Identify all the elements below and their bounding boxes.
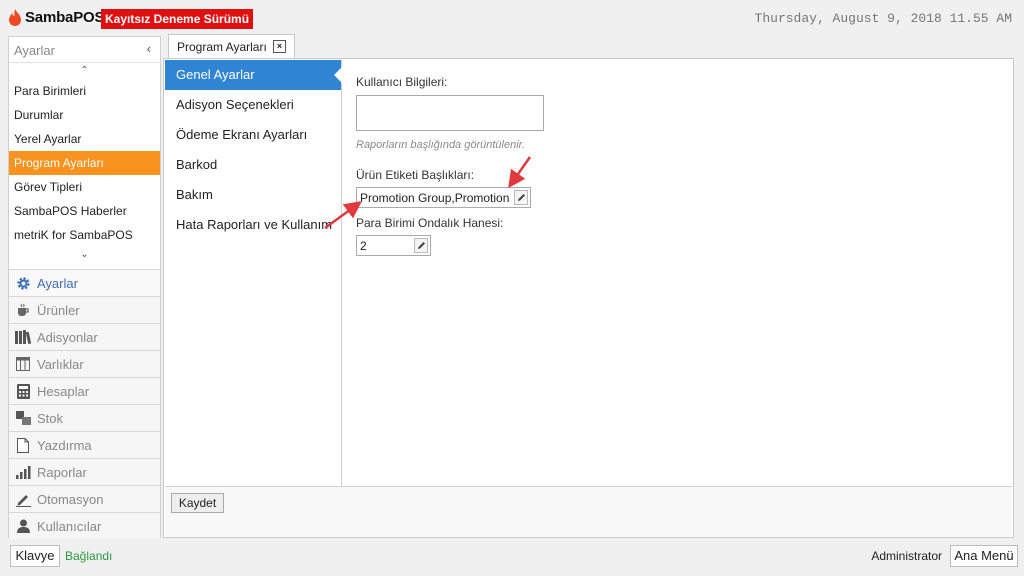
- close-tab-icon[interactable]: ×: [273, 40, 286, 53]
- cup-icon: [15, 302, 31, 318]
- category-ticket-options[interactable]: Adisyon Seçenekleri: [165, 90, 341, 120]
- sidebar-header: Ayarlar ‹: [9, 37, 160, 63]
- footer-bar: Klavye Bağlandı Administrator Ana Menü: [0, 540, 1024, 576]
- table-icon: [15, 356, 31, 372]
- bar-chart-icon: [15, 464, 31, 480]
- scroll-down-icon[interactable]: ⌄: [9, 247, 160, 263]
- nav-label: Otomasyon: [37, 491, 104, 507]
- settings-item-states[interactable]: Durumlar: [9, 103, 160, 127]
- user-info-label: Kullanıcı Bilgileri:: [356, 75, 448, 89]
- product-tag-value: Promotion Group,Promotion: [360, 190, 510, 205]
- document-icon: [15, 437, 31, 453]
- nav-reports[interactable]: Raporlar: [9, 458, 160, 485]
- category-error-reports[interactable]: Hata Raporları ve Kullanım: [165, 210, 341, 240]
- nav-label: Stok: [37, 410, 64, 426]
- user-info-hint: Raporların başlığında görüntülenir.: [356, 139, 525, 151]
- main-panel: Genel Ayarlar Adisyon Seçenekleri Ödeme …: [163, 58, 1014, 538]
- current-user: Administrator: [871, 549, 942, 563]
- gear-icon: [15, 275, 31, 291]
- clock: Thursday, August 9, 2018 11.55 AM: [754, 11, 1012, 26]
- settings-item-sambapos-news[interactable]: SambaPOS Haberler: [9, 199, 160, 223]
- currency-decimal-value: 2: [360, 238, 367, 253]
- user-info-field[interactable]: [356, 95, 544, 131]
- main-menu-button[interactable]: Ana Menü: [950, 545, 1018, 567]
- settings-item-local-settings[interactable]: Yerel Ayarlar: [9, 127, 160, 151]
- settings-item-program-settings[interactable]: Program Ayarları: [9, 151, 160, 175]
- category-payment-screen-settings[interactable]: Ödeme Ekranı Ayarları: [165, 120, 341, 150]
- settings-item-metrik[interactable]: metriK for SambaPOS: [9, 223, 160, 247]
- flame-icon: [9, 9, 21, 26]
- nav-label: Ürünler: [37, 302, 80, 318]
- settings-item-task-types[interactable]: Görev Tipleri: [9, 175, 160, 199]
- nav-accounts[interactable]: Hesaplar: [9, 377, 160, 404]
- action-bar: Kaydet: [165, 486, 1012, 537]
- nav-label: Raporlar: [37, 464, 87, 480]
- currency-decimal-label: Para Birimi Ondalık Hanesi:: [356, 216, 504, 230]
- product-tag-label: Ürün Etiketi Başlıkları:: [356, 168, 475, 182]
- nav-label: Adisyonlar: [37, 329, 98, 345]
- category-barcode[interactable]: Barkod: [165, 150, 341, 180]
- sidebar: Ayarlar ‹ ⌃ Para Birimleri Durumlar Yere…: [8, 36, 161, 539]
- edit-pencil-icon[interactable]: [414, 238, 428, 253]
- sidebar-title: Ayarlar: [14, 43, 55, 58]
- nav-products[interactable]: Ürünler: [9, 296, 160, 323]
- connection-status: Bağlandı: [65, 549, 113, 563]
- category-general-settings[interactable]: Genel Ayarlar: [165, 60, 342, 90]
- nav-label: Varlıklar: [37, 356, 84, 372]
- settings-item-currencies[interactable]: Para Birimleri: [9, 79, 160, 103]
- nav-users[interactable]: Kullanıcılar: [9, 512, 160, 539]
- nav-printing[interactable]: Yazdırma: [9, 431, 160, 458]
- nav-label: Ayarlar: [37, 275, 78, 291]
- nav-tickets[interactable]: Adisyonlar: [9, 323, 160, 350]
- product-tag-field[interactable]: Promotion Group,Promotion: [356, 187, 531, 208]
- nav-inventory[interactable]: Stok: [9, 404, 160, 431]
- module-nav: Ayarlar Ürünler Adisyonlar Varlıklar Hes…: [9, 269, 160, 539]
- nav-label: Kullanıcılar: [37, 518, 102, 534]
- nav-entities[interactable]: Varlıklar: [9, 350, 160, 377]
- stock-icon: [15, 410, 31, 426]
- edit-pencil-icon[interactable]: [514, 190, 528, 205]
- currency-decimal-field[interactable]: 2: [356, 235, 431, 256]
- keyboard-button[interactable]: Klavye: [10, 545, 60, 567]
- books-icon: [15, 329, 31, 345]
- nav-label: Hesaplar: [37, 383, 90, 399]
- settings-list: Para Birimleri Durumlar Yerel Ayarlar Pr…: [9, 79, 160, 247]
- scroll-up-icon[interactable]: ⌃: [9, 63, 160, 79]
- collapse-sidebar-icon[interactable]: ‹: [147, 41, 151, 56]
- nav-automation[interactable]: Otomasyon: [9, 485, 160, 512]
- tab-program-settings[interactable]: Program Ayarları ×: [168, 34, 295, 58]
- trial-badge: Kayıtsız Deneme Sürümü: [101, 9, 254, 29]
- nav-settings[interactable]: Ayarlar: [9, 269, 160, 296]
- tab-label: Program Ayarları: [177, 39, 267, 54]
- user-icon: [15, 518, 31, 534]
- calculator-icon: [15, 383, 31, 399]
- nav-label: Yazdırma: [37, 437, 92, 453]
- title-bar: SambaPOS Kayıtsız Deneme Sürümü Thursday…: [0, 0, 1024, 36]
- app-logo: SambaPOS: [8, 9, 104, 26]
- app-name: SambaPOS: [25, 9, 105, 26]
- settings-category-list: Genel Ayarlar Adisyon Seçenekleri Ödeme …: [165, 60, 342, 486]
- category-maintenance[interactable]: Bakım: [165, 180, 341, 210]
- pen-icon: [15, 491, 31, 507]
- save-button[interactable]: Kaydet: [171, 493, 224, 513]
